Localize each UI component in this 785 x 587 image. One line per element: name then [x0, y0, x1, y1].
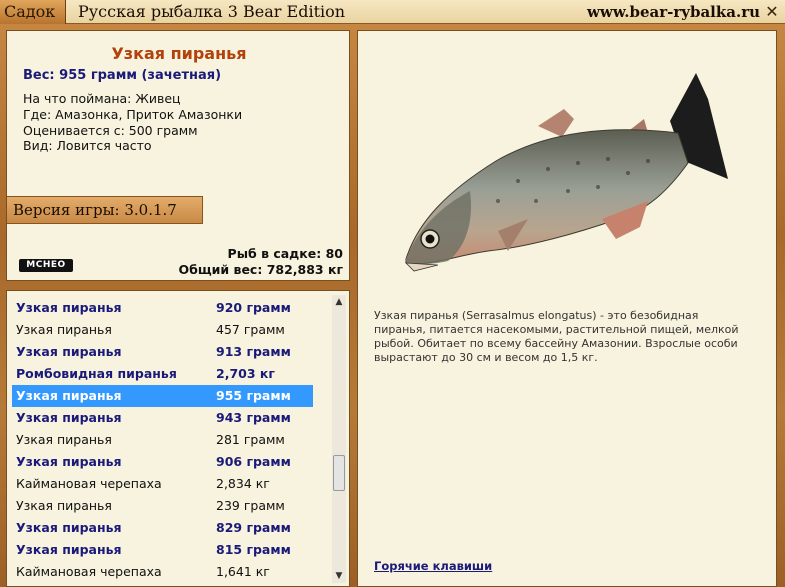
tab-sadok[interactable]: Садок	[0, 0, 66, 24]
fish-image	[404, 73, 728, 272]
scrollbar[interactable]: ▲ ▼	[332, 295, 346, 583]
list-item[interactable]: Каймановая черепаха 1,641 кг	[12, 561, 313, 583]
list-item[interactable]: Узкая пиранья 920 грамм	[12, 297, 313, 319]
title-bar: Садок Русская рыбалка 3 Bear Edition www…	[0, 0, 785, 24]
list-item-weight: 2,834 кг	[216, 476, 270, 491]
scroll-down-icon[interactable]: ▼	[332, 569, 346, 583]
list-item-weight: 913 грамм	[216, 344, 291, 359]
list-item-weight: 943 грамм	[216, 410, 291, 425]
list-item[interactable]: Узкая пиранья 913 грамм	[12, 341, 313, 363]
list-item-name: Узкая пиранья	[16, 388, 122, 403]
list-item-weight: 457 грамм	[216, 322, 285, 337]
logo: МСНЕО	[19, 259, 73, 272]
list-item-name: Каймановая черепаха	[16, 564, 162, 579]
list-item[interactable]: Ромбовидная пиранья 2,703 кг	[12, 363, 313, 385]
fish-name: Узкая пиранья	[111, 44, 247, 63]
close-icon[interactable]: ✕	[762, 2, 782, 22]
site-url-link[interactable]: www.bear-rybalka.ru	[587, 0, 760, 24]
location-text: Где: Амазонка, Приток Амазонки	[23, 107, 243, 122]
fish-weight: Вес: 955 грамм (зачетная)	[23, 68, 222, 83]
list-item-name: Узкая пиранья	[16, 498, 112, 513]
list-item-name: Узкая пиранья	[16, 454, 122, 469]
list-item-name: Каймановая черепаха	[16, 476, 162, 491]
list-item-weight: 906 грамм	[216, 454, 291, 469]
fish-description: Узкая пиранья (Serrasalmus elongatus) - …	[374, 309, 739, 364]
catch-list[interactable]: Узкая пиранья 920 грамм Узкая пиранья 457 г…	[6, 290, 350, 587]
list-item-name: Узкая пиранья	[16, 432, 112, 447]
list-item[interactable]: Узкая пиранья 955 грамм	[12, 385, 313, 407]
list-item-name: Узкая пиранья	[16, 410, 122, 425]
list-item[interactable]: Узкая пиранья 815 грамм	[12, 539, 313, 561]
list-item-weight: 281 грамм	[216, 432, 285, 447]
fish-count: Рыб в садке: 80	[227, 246, 343, 261]
list-item-weight: 815 грамм	[216, 542, 291, 557]
scroll-thumb[interactable]	[333, 455, 345, 491]
list-item-name: Узкая пиранья	[16, 542, 122, 557]
list-item[interactable]: Узкая пиранья 829 грамм	[12, 517, 313, 539]
list-item-name: Узкая пиранья	[16, 520, 122, 535]
scroll-up-icon[interactable]: ▲	[332, 295, 346, 309]
list-item[interactable]: Узкая пиранья 457 грамм	[12, 319, 313, 341]
list-item[interactable]: Узкая пиранья 281 грамм	[12, 429, 313, 451]
list-item-name: Ромбовидная пиранья	[16, 366, 177, 381]
hotkeys-link[interactable]: Горячие клавиши	[374, 559, 492, 573]
list-item[interactable]: Узкая пиранья 239 грамм	[12, 495, 313, 517]
rated-from-text: Оценивается с: 500 грамм	[23, 123, 198, 138]
fish-info-panel: Узкая пиранья Вес: 955 грамм (зачетная) …	[6, 30, 350, 281]
list-item-name: Узкая пиранья	[16, 322, 112, 337]
total-weight: Общий вес: 782,883 кг	[178, 262, 344, 277]
catch-rate-text: Вид: Ловится часто	[23, 138, 152, 153]
list-item-name: Узкая пиранья	[16, 300, 122, 315]
list-item[interactable]: Узкая пиранья 906 грамм	[12, 451, 313, 473]
list-item-weight: 1,641 кг	[216, 564, 270, 579]
list-item-weight: 920 грамм	[216, 300, 291, 315]
caught-on-text: На что поймана: Живец	[23, 91, 181, 106]
list-item-weight: 829 грамм	[216, 520, 291, 535]
list-item[interactable]: Каймановая черепаха 2,834 кг	[12, 473, 313, 495]
fish-detail-panel: Узкая пиранья (Serrasalmus elongatus) - …	[357, 30, 777, 587]
list-item-name: Узкая пиранья	[16, 344, 122, 359]
list-item[interactable]: Узкая пиранья 943 грамм	[12, 407, 313, 429]
list-item-weight: 955 грамм	[216, 388, 291, 403]
list-item-weight: 2,703 кг	[216, 366, 275, 381]
app-title: Русская рыбалка 3 Bear Edition	[78, 2, 346, 21]
list-item-weight: 239 грамм	[216, 498, 285, 513]
version-badge: Версия игры: 3.0.1.7	[7, 196, 203, 224]
